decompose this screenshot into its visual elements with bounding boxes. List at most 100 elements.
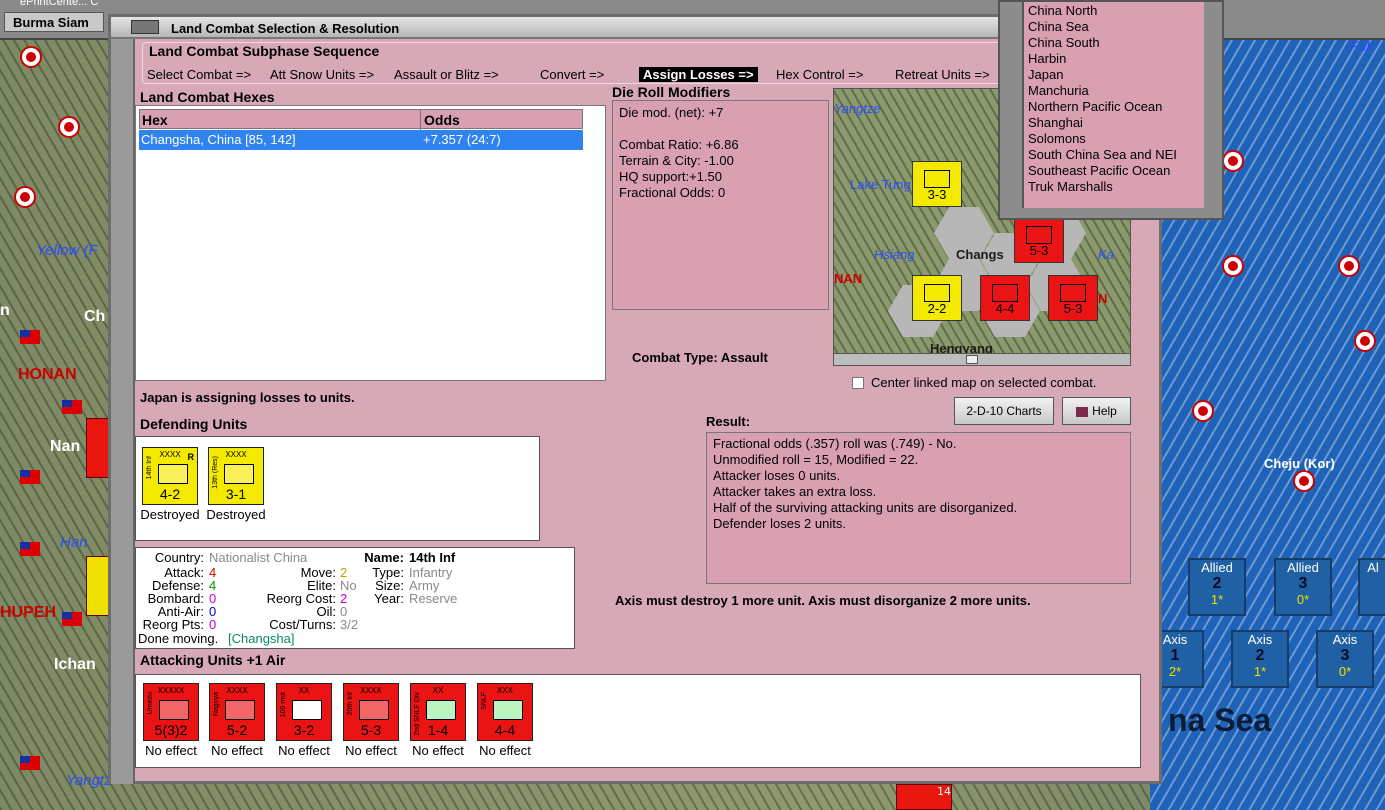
mini-label-n: N: [1098, 291, 1108, 306]
allied-counter[interactable]: Allied 3 0*: [1274, 558, 1332, 616]
attacking-units-panel: XXXXX Umezu 5(3)2 No effect XXXX Nagoya …: [135, 674, 1141, 768]
unit-name: SNLF: [481, 692, 488, 710]
motorized-symbol-icon: [225, 700, 255, 720]
info-label: Country:: [154, 550, 204, 565]
map-label-yangtze: Yangtz: [66, 772, 112, 789]
combat-type: Combat Type: Assault: [632, 350, 768, 365]
mini-counter[interactable]: 4-4: [980, 275, 1030, 321]
list-item[interactable]: South China Sea and NEI: [1028, 147, 1204, 163]
allied-counter[interactable]: Al: [1358, 558, 1385, 616]
attacking-unit[interactable]: XX 2nd SNLF Div 1-4 No effect: [408, 683, 468, 758]
unit-result: No effect: [145, 743, 197, 758]
list-item[interactable]: Japan: [1028, 67, 1204, 83]
counter-sub: 1*: [1253, 664, 1267, 679]
axis-counter[interactable]: Axis 2 1*: [1231, 630, 1289, 688]
center-map-label: Center linked map on selected combat.: [871, 375, 1097, 390]
unit-symbol-icon: [1060, 284, 1086, 302]
mini-map-scrollbar[interactable]: [834, 353, 1130, 365]
mini-counter[interactable]: 5-3: [1014, 217, 1064, 263]
scrollbar-thumb[interactable]: [966, 355, 978, 364]
map-label-han: Han: [60, 534, 88, 551]
window-left-frame: [111, 39, 135, 784]
drm-heading: Die Roll Modifiers: [612, 84, 731, 100]
info-label: Done moving.: [138, 631, 219, 646]
unit-counter: XXXXX Umezu 5(3)2: [143, 683, 199, 741]
burma-siam-button[interactable]: Burma Siam: [4, 12, 104, 32]
attacking-unit[interactable]: XXXX Nagoya 5-2 No effect: [207, 683, 267, 758]
defending-unit[interactable]: XXXX 13th (Res) 3-1 Destroyed: [206, 447, 266, 522]
japan-roundel-icon: [14, 186, 36, 208]
allied-counter[interactable]: Allied 2 1*: [1188, 558, 1246, 616]
japan-roundel-icon: [1192, 400, 1214, 422]
attacking-unit[interactable]: XXXXX Umezu 5(3)2 No effect: [141, 683, 201, 758]
unit-result: No effect: [479, 743, 531, 758]
mini-label-hsiang: Hsiang: [874, 247, 915, 262]
japan-roundel-icon: [58, 116, 80, 138]
unit-strength: 4-2: [159, 486, 181, 502]
window-title: Land Combat Selection & Resolution: [171, 21, 400, 36]
column-header-odds[interactable]: Odds: [424, 112, 460, 128]
unit-name: 13th (Res): [212, 456, 219, 489]
map-unit-stack[interactable]: 14: [896, 784, 952, 810]
map-unit-counter[interactable]: [86, 556, 110, 616]
table-row[interactable]: Changsha, China [85, 142] +7.357 (24:7): [139, 130, 583, 150]
unit-strength: 5-3: [360, 722, 382, 738]
unit-strength: 1-4: [427, 722, 449, 738]
infantry-symbol-icon: [359, 700, 389, 720]
step-att-snow-units: Att Snow Units =>: [270, 67, 375, 82]
china-flag-icon: [20, 470, 40, 484]
window-menu-icon[interactable]: [131, 20, 159, 34]
list-item[interactable]: Truk Marshalls: [1028, 179, 1204, 195]
unit-symbol-icon: [992, 284, 1018, 302]
center-map-checkbox[interactable]: [852, 377, 864, 389]
charts-button[interactable]: 2-D-10 Charts: [954, 397, 1054, 425]
drm-line: Die mod. (net): +7: [619, 105, 724, 120]
list-item[interactable]: Shanghai: [1028, 115, 1204, 131]
mini-label-lake: Lake Tung: [850, 177, 911, 192]
mini-counter[interactable]: 2-2: [912, 275, 962, 321]
info-label: Reorg Pts:: [142, 617, 204, 632]
mini-label-changsha: Changs: [956, 247, 1004, 262]
unit-strength: 5(3)2: [154, 722, 188, 738]
axis-requirement-message: Axis must destroy 1 more unit. Axis must…: [615, 593, 1031, 608]
attacking-unit[interactable]: XXXX 20th Inf 5-3 No effect: [341, 683, 401, 758]
info-name: 14th Inf: [409, 550, 456, 565]
list-item[interactable]: Harbin: [1028, 51, 1204, 67]
attacking-unit[interactable]: XXX SNLF 4-4 No effect: [475, 683, 535, 758]
defending-unit[interactable]: XXXX R 14th Inf 4-2 Destroyed: [140, 447, 200, 522]
counter-strength: 2-2: [927, 301, 947, 316]
mini-counter[interactable]: 5-3: [1048, 275, 1098, 321]
axis-counter[interactable]: Axis 3 0*: [1316, 630, 1374, 688]
unit-strength: 5-2: [226, 722, 248, 738]
list-item[interactable]: China Sea: [1028, 19, 1204, 35]
china-flag-icon: [62, 612, 82, 626]
result-line: Half of the surviving attacking units ar…: [713, 500, 1018, 515]
help-button[interactable]: Help: [1062, 397, 1131, 425]
list-item[interactable]: Northern Pacific Ocean: [1028, 99, 1204, 115]
attacking-unit[interactable]: XX 105 mot 3-2 No effect: [274, 683, 334, 758]
help-label: Help: [1092, 404, 1117, 418]
counter-side-label: Allied: [1287, 560, 1319, 575]
column-header-hex[interactable]: Hex: [142, 112, 168, 128]
combat-hexes-table: Hex Odds Changsha, China [85, 142] +7.35…: [135, 105, 606, 381]
china-flag-icon: [20, 756, 40, 770]
japan-roundel-icon: [1338, 255, 1360, 277]
unit-counter: XXX SNLF 4-4: [477, 683, 533, 741]
theater-list[interactable]: China North China Sea China South Harbin…: [1022, 2, 1204, 208]
counter-side-label: Axis: [1247, 632, 1273, 647]
list-item[interactable]: China North: [1028, 3, 1204, 19]
step-retreat-units: Retreat Units =>: [895, 67, 990, 82]
mini-counter[interactable]: 3-3: [912, 161, 962, 207]
map-unit-counter[interactable]: [86, 418, 110, 478]
unit-symbol-icon: [924, 284, 950, 302]
unit-result: No effect: [412, 743, 464, 758]
unit-result: No effect: [278, 743, 330, 758]
map-label-honan: HONAN: [18, 366, 77, 383]
list-item[interactable]: Southeast Pacific Ocean: [1028, 163, 1204, 179]
drm-line: Fractional Odds: 0: [619, 185, 726, 200]
map-label-ichang: Ichan: [54, 656, 96, 673]
counter-strength: 4-4: [995, 301, 1015, 316]
list-item[interactable]: Manchuria: [1028, 83, 1204, 99]
list-item[interactable]: China South: [1028, 35, 1204, 51]
list-item[interactable]: Solomons: [1028, 131, 1204, 147]
